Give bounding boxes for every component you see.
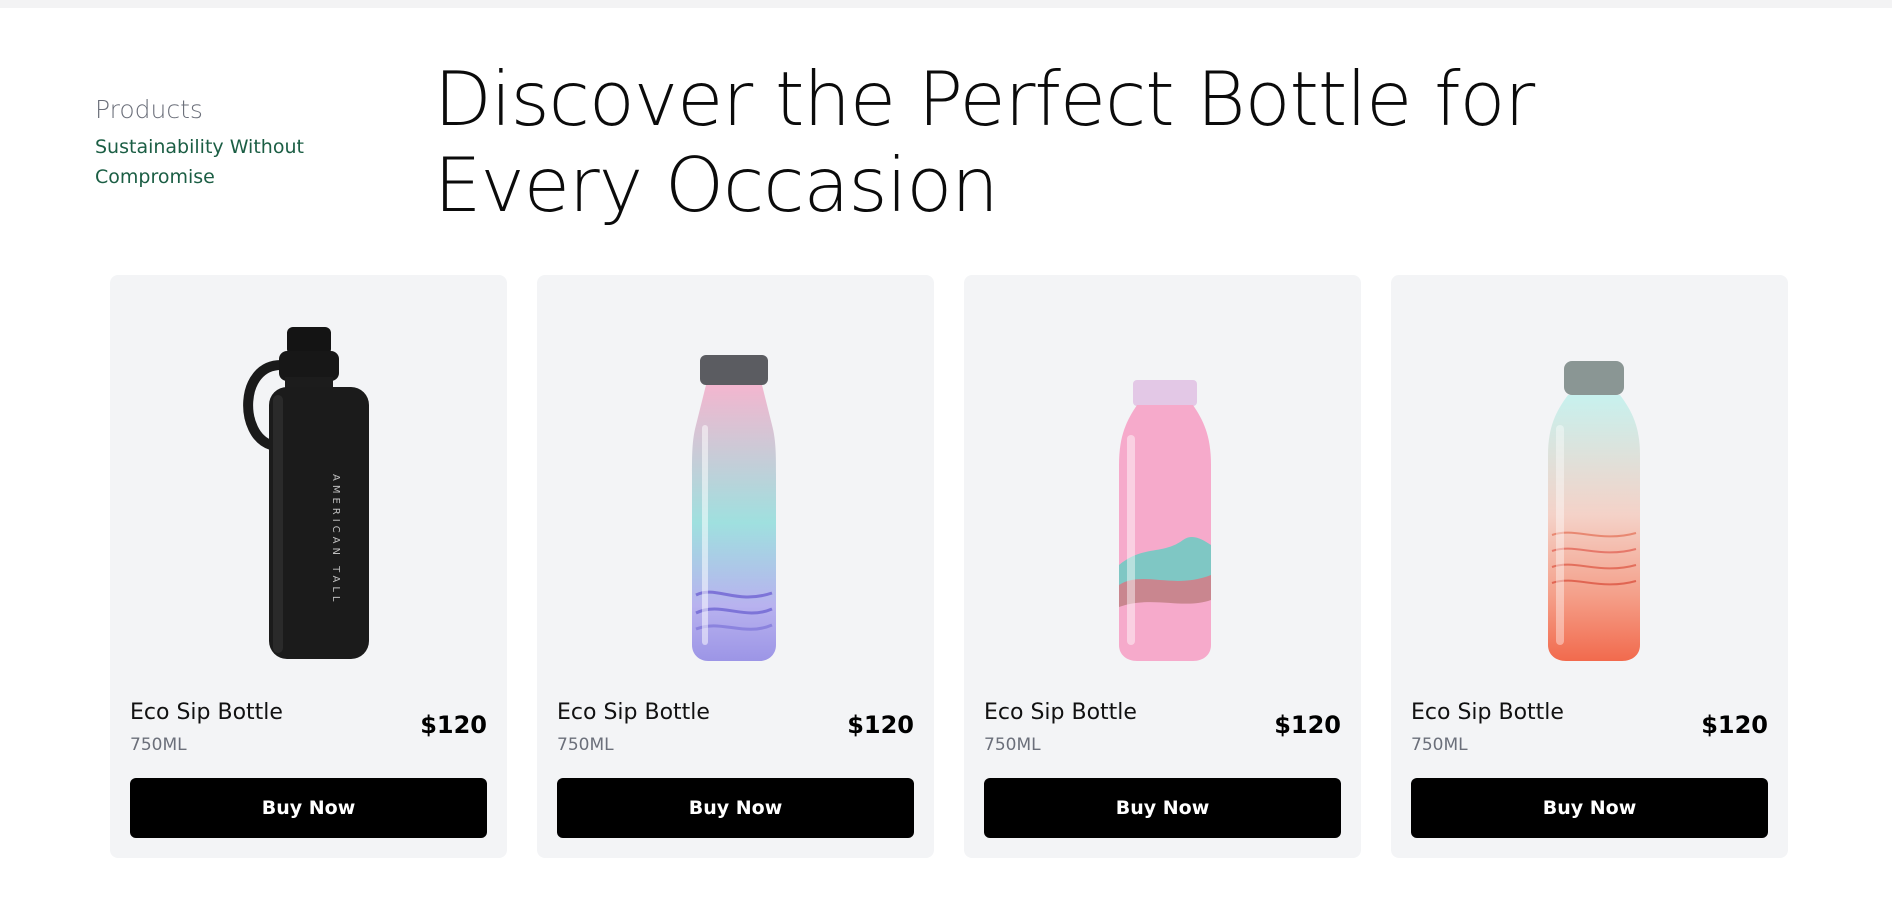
section-tagline: Sustainability Without Compromise [95,136,304,188]
product-size: 750ML [557,735,614,755]
product-name: Eco Sip Bottle [1411,700,1564,725]
product-name: Eco Sip Bottle [984,700,1137,725]
black-bottle-icon-svg: AMERICAN TALL [242,327,369,659]
buy-now-button[interactable]: Buy Now [1411,778,1768,838]
buy-now-button[interactable]: Buy Now [984,778,1341,838]
product-size: 750ML [984,735,1041,755]
buy-now-button[interactable]: Buy Now [557,778,914,838]
black-bottle-icon[interactable]: AMERICAN TALL [110,295,507,665]
product-price: $120 [847,711,914,739]
product-name: Eco Sip Bottle [557,700,710,725]
gradient-wave-bottle-icon-svg [1547,361,1640,661]
pastel-glass-bottle-icon-svg [691,355,776,661]
product-price: $120 [1701,711,1768,739]
product-grid: AMERICAN TALL Eco Sip Bottle 750ML $120 … [110,275,1788,858]
product-card[interactable]: AMERICAN TALL Eco Sip Bottle 750ML $120 … [110,275,507,858]
pink-mountain-bottle-icon[interactable] [964,295,1361,665]
product-card[interactable]: Eco Sip Bottle 750ML $120 Buy Now [964,275,1361,858]
bottle-print-text: AMERICAN TALL [330,474,341,605]
product-name: Eco Sip Bottle [130,700,283,725]
page-title: Discover the Perfect Bottle for Every Oc… [434,55,1535,229]
pink-mountain-bottle-icon-svg [1118,380,1211,661]
product-price: $120 [1274,711,1341,739]
product-price: $120 [420,711,487,739]
product-size: 750ML [130,735,187,755]
top-bar [0,0,1892,8]
section-kicker: Products [95,95,203,124]
section-intro: Products Sustainability Without Compromi… [95,92,355,192]
product-card[interactable]: Eco Sip Bottle 750ML $120 Buy Now [1391,275,1788,858]
product-size: 750ML [1411,735,1468,755]
gradient-wave-bottle-icon[interactable] [1391,295,1788,665]
pastel-glass-bottle-icon[interactable] [537,295,934,665]
buy-now-button[interactable]: Buy Now [130,778,487,838]
product-card[interactable]: Eco Sip Bottle 750ML $120 Buy Now [537,275,934,858]
